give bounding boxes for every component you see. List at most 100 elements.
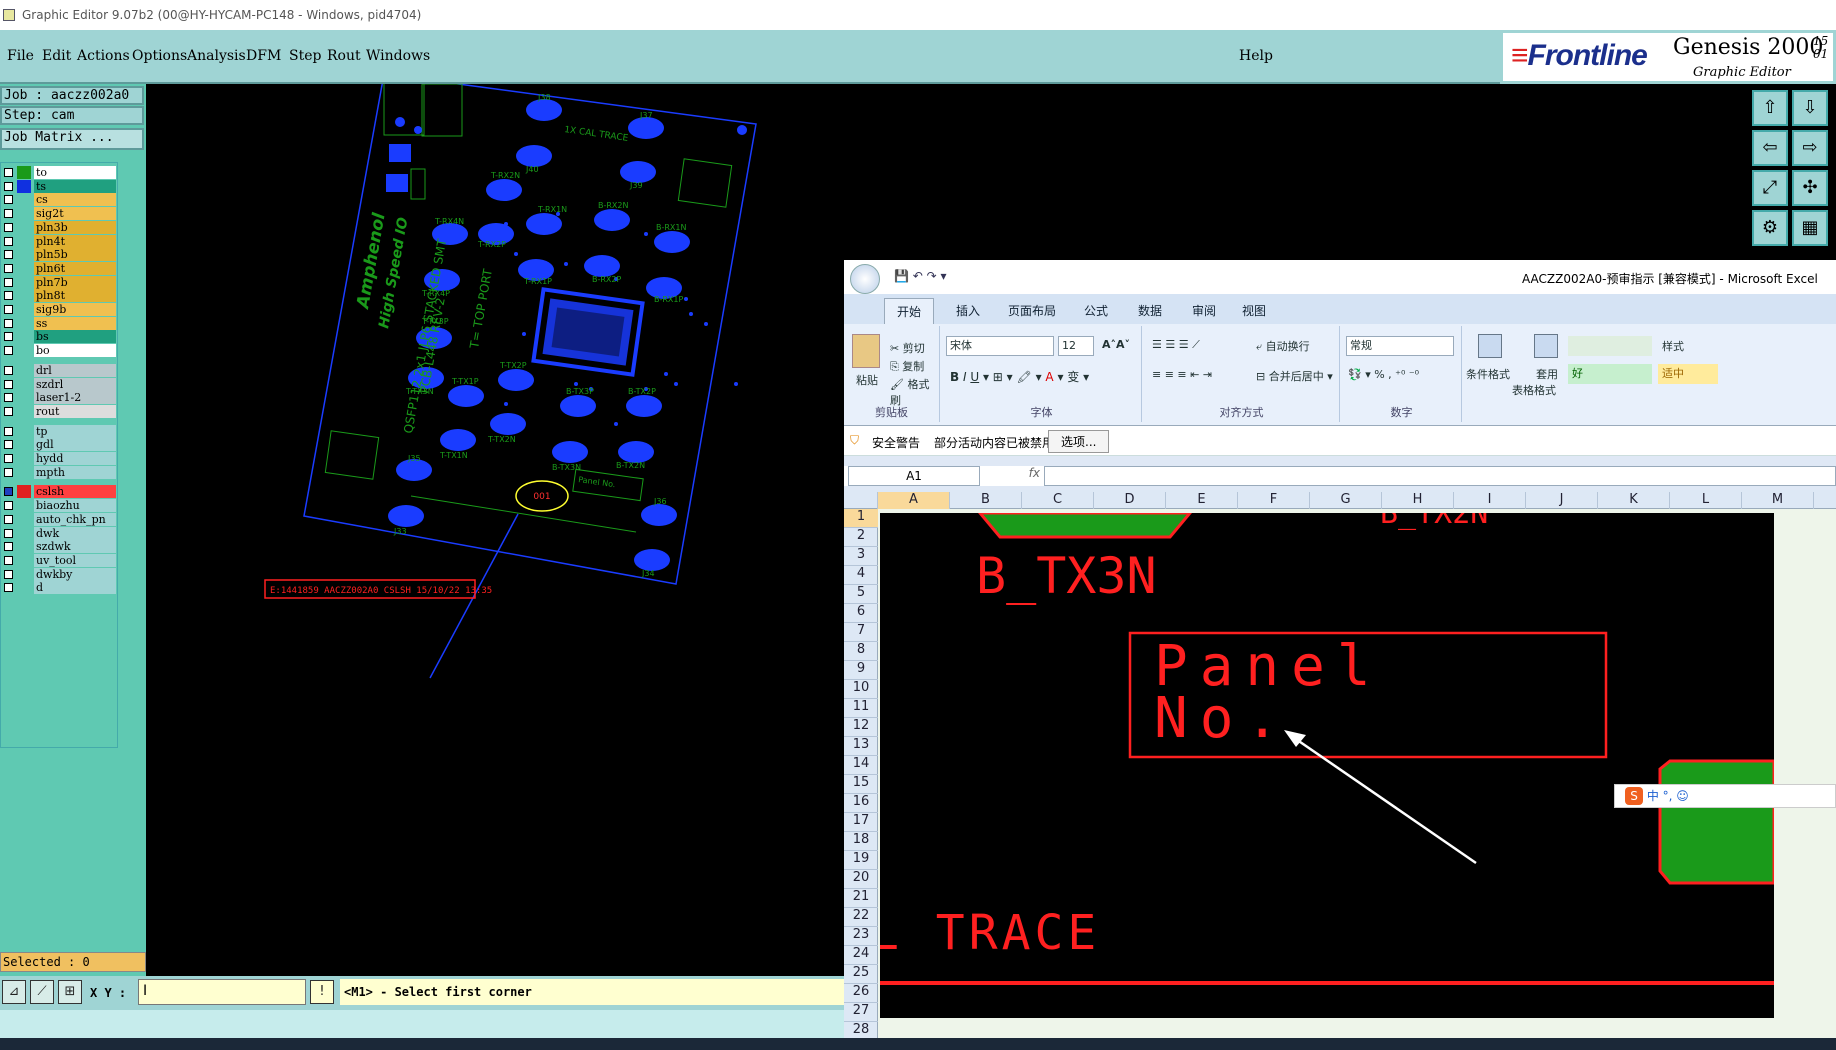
layer-color-swatch[interactable] <box>17 499 31 512</box>
row-header[interactable]: 4 <box>844 566 878 585</box>
layer-color-swatch[interactable] <box>17 193 31 206</box>
row-header[interactable]: 15 <box>844 775 878 794</box>
style-good[interactable]: 好 <box>1568 364 1652 384</box>
ime-toolbar[interactable]: S 中 °, ☺ <box>1614 784 1836 808</box>
menu-dfm[interactable]: DFM <box>246 48 281 64</box>
column-header[interactable]: B <box>950 492 1022 509</box>
format-table-button-1[interactable]: 套用 <box>1536 366 1558 382</box>
layer-name[interactable]: cs <box>34 193 116 207</box>
row-header[interactable]: 12 <box>844 718 878 737</box>
layer-name[interactable]: tp <box>34 424 116 438</box>
column-header[interactable]: D <box>1094 492 1166 509</box>
layer-name[interactable]: szdwk <box>34 540 116 554</box>
layer-checkbox[interactable] <box>4 569 13 579</box>
row-header[interactable]: 11 <box>844 699 878 718</box>
layer-checkbox[interactable] <box>4 467 13 477</box>
ruler-icon[interactable]: ⟋ <box>30 980 54 1004</box>
menu-actions[interactable]: Actions <box>77 48 130 64</box>
layer-name[interactable]: sig2t <box>34 207 116 221</box>
tab-data[interactable]: 数据 <box>1138 302 1162 319</box>
name-box[interactable]: A1 <box>848 466 980 486</box>
menu-help[interactable]: Help <box>1239 48 1273 64</box>
row-header[interactable]: 10 <box>844 680 878 699</box>
pan-left-icon[interactable]: ⇦ <box>1752 130 1788 166</box>
column-header[interactable]: I <box>1454 492 1526 509</box>
menu-step[interactable]: Step <box>289 48 321 64</box>
column-header[interactable]: A <box>878 492 950 509</box>
layer-row-d[interactable]: d <box>1 580 119 595</box>
layer-checkbox[interactable] <box>4 263 13 273</box>
tab-review[interactable]: 审阅 <box>1192 302 1216 319</box>
layer-name[interactable]: cslsh <box>34 485 116 499</box>
cut-button[interactable]: ✂ 剪切 <box>890 340 925 356</box>
layer-color-swatch[interactable] <box>17 317 31 330</box>
layer-color-swatch[interactable] <box>17 179 31 193</box>
layer-color-swatch[interactable] <box>17 513 31 526</box>
menu-edit[interactable]: Edit <box>42 48 71 64</box>
xy-input[interactable]: I <box>138 979 306 1005</box>
layer-checkbox[interactable] <box>4 346 13 356</box>
layer-row-bo[interactable]: bo <box>1 343 119 358</box>
row-header[interactable]: 19 <box>844 851 878 870</box>
menu-rout[interactable]: Rout <box>327 48 361 64</box>
layer-color-swatch[interactable] <box>17 289 31 302</box>
paste-icon[interactable] <box>852 334 880 368</box>
row-header[interactable]: 25 <box>844 965 878 984</box>
menu-options[interactable]: Options <box>132 48 187 64</box>
snap-grid-icon[interactable]: ⊞ <box>58 980 82 1004</box>
layer-name[interactable]: laser1-2 <box>34 391 116 405</box>
tab-view[interactable]: 视图 <box>1242 302 1266 319</box>
office-button[interactable] <box>850 264 880 294</box>
row-header[interactable]: 9 <box>844 661 878 680</box>
layer-name[interactable]: d <box>34 581 116 595</box>
layer-checkbox[interactable] <box>4 514 13 524</box>
layer-color-swatch[interactable] <box>17 166 31 179</box>
row-header[interactable]: 23 <box>844 927 878 946</box>
layer-checkbox[interactable] <box>4 181 13 191</box>
column-header[interactable]: K <box>1598 492 1670 509</box>
tab-page-layout[interactable]: 页面布局 <box>1008 302 1056 319</box>
format-table-icon[interactable] <box>1534 334 1558 358</box>
layer-checkbox[interactable] <box>4 168 13 177</box>
row-header[interactable]: 22 <box>844 908 878 927</box>
row-header[interactable]: 13 <box>844 737 878 756</box>
menu-windows[interactable]: Windows <box>366 48 430 64</box>
layer-name[interactable]: pln5b <box>34 248 116 262</box>
snap-icon[interactable]: ⚙ <box>1752 210 1788 246</box>
layer-color-swatch[interactable] <box>17 554 31 567</box>
measure-icon[interactable]: ⊿ <box>2 980 26 1004</box>
layer-checkbox[interactable] <box>4 528 13 538</box>
layer-name[interactable]: rout <box>34 404 116 418</box>
layer-name[interactable]: mpth <box>34 465 116 479</box>
layer-checkbox[interactable] <box>4 555 13 565</box>
layer-name[interactable]: ss <box>34 316 116 330</box>
layer-checkbox[interactable] <box>4 487 13 497</box>
column-header[interactable]: F <box>1238 492 1310 509</box>
layer-checkbox[interactable] <box>4 379 13 389</box>
row-header[interactable]: 21 <box>844 889 878 908</box>
layer-color-swatch[interactable] <box>17 248 31 261</box>
row-header[interactable]: 16 <box>844 794 878 813</box>
layer-checkbox[interactable] <box>4 542 13 552</box>
row-header[interactable]: 6 <box>844 604 878 623</box>
layer-color-swatch[interactable] <box>17 303 31 316</box>
layer-checkbox[interactable] <box>4 393 13 403</box>
font-grow-icon[interactable]: A˄A˅ <box>1102 338 1130 351</box>
layer-name[interactable]: drl <box>34 363 116 377</box>
layer-color-swatch[interactable] <box>17 540 31 553</box>
row-header[interactable]: 24 <box>844 946 878 965</box>
number-format-icons[interactable]: 💱 ▾ % , ⁺⁰ ⁻⁰ <box>1348 368 1419 381</box>
layer-color-swatch[interactable] <box>17 235 31 248</box>
layer-checkbox[interactable] <box>4 236 13 246</box>
layer-color-swatch[interactable] <box>17 485 31 499</box>
layer-checkbox[interactable] <box>4 583 13 593</box>
layer-checkbox[interactable] <box>4 332 13 342</box>
layer-color-swatch[interactable] <box>17 452 31 465</box>
layer-name[interactable]: hydd <box>34 452 116 465</box>
row-header[interactable]: 8 <box>844 642 878 661</box>
layer-color-swatch[interactable] <box>17 391 31 404</box>
layer-color-swatch[interactable] <box>17 581 31 594</box>
layer-checkbox[interactable] <box>4 501 13 511</box>
layer-checkbox[interactable] <box>4 195 13 205</box>
layer-checkbox[interactable] <box>4 250 13 260</box>
